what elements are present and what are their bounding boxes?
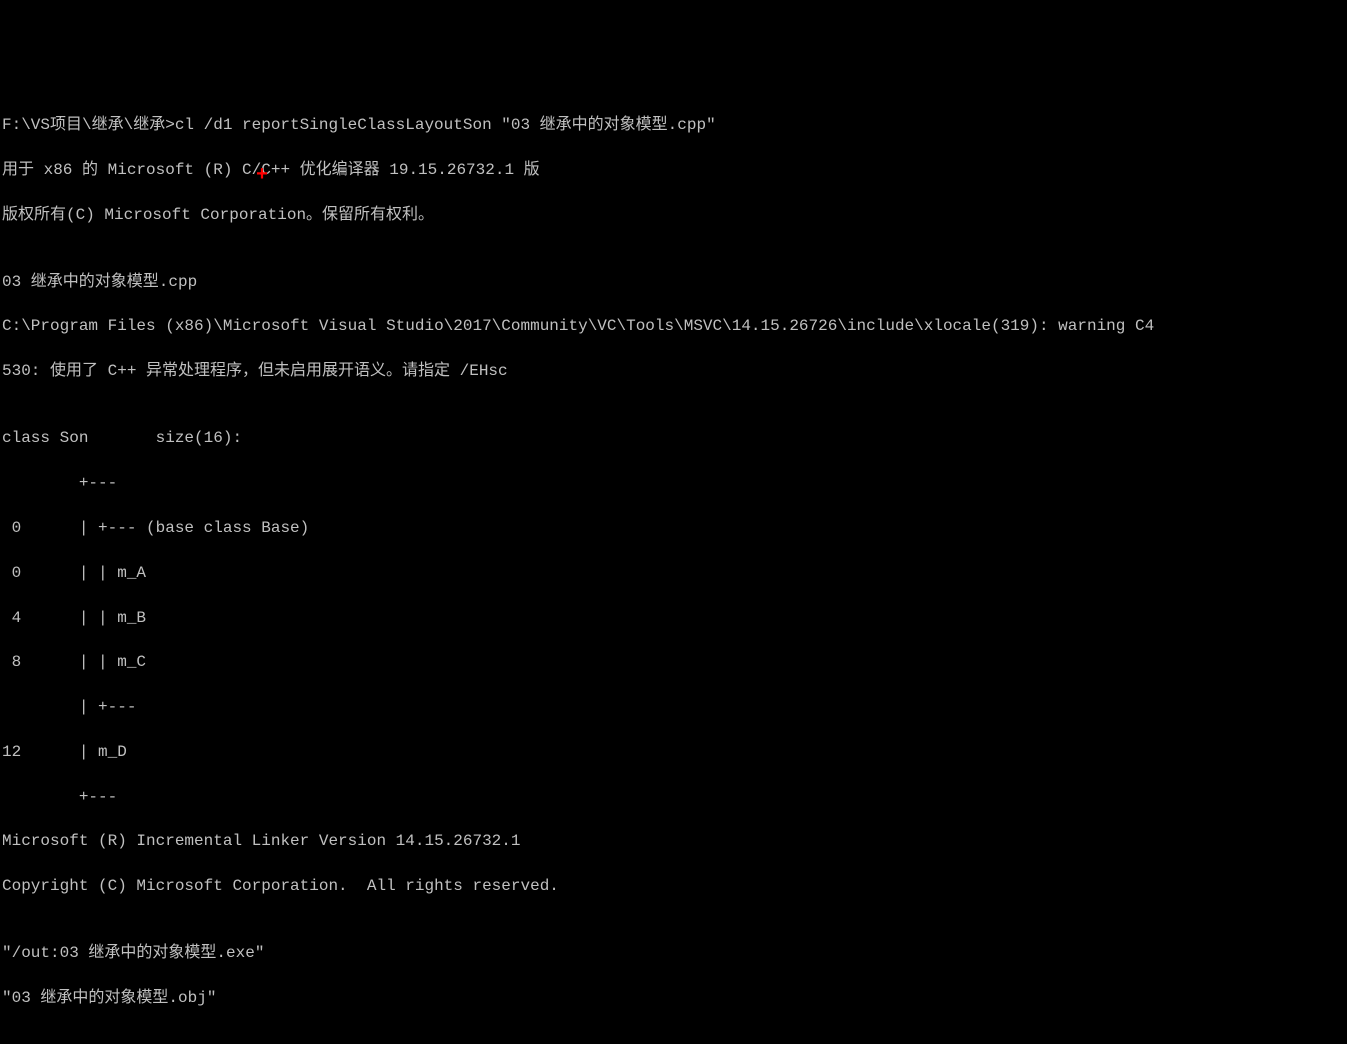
terminal-line: 用于 x86 的 Microsoft (R) C/C++ 优化编译器 19.15…: [2, 159, 1347, 181]
terminal-line: 8 | | m_C: [2, 651, 1347, 673]
terminal-line: 0 | +--- (base class Base): [2, 517, 1347, 539]
terminal-line: 03 继承中的对象模型.cpp: [2, 271, 1347, 293]
terminal-line: 530: 使用了 C++ 异常处理程序，但未启用展开语义。请指定 /EHsc: [2, 360, 1347, 382]
terminal-line: +---: [2, 786, 1347, 808]
terminal-line: | +---: [2, 696, 1347, 718]
terminal-line: 版权所有(C) Microsoft Corporation。保留所有权利。: [2, 204, 1347, 226]
terminal-line: Microsoft (R) Incremental Linker Version…: [2, 830, 1347, 852]
terminal-line: +---: [2, 472, 1347, 494]
terminal-output: F:\VS项目\继承\继承>cl /d1 reportSingleClassLa…: [2, 92, 1347, 1032]
terminal-line: F:\VS项目\继承\继承>cl /d1 reportSingleClassLa…: [2, 114, 1347, 136]
terminal-line: 4 | | m_B: [2, 607, 1347, 629]
terminal-line: "03 继承中的对象模型.obj": [2, 987, 1347, 1009]
terminal-line: "/out:03 继承中的对象模型.exe": [2, 942, 1347, 964]
terminal-line: 0 | | m_A: [2, 562, 1347, 584]
terminal-line: Copyright (C) Microsoft Corporation. All…: [2, 875, 1347, 897]
terminal-line: C:\Program Files (x86)\Microsoft Visual …: [2, 315, 1347, 337]
terminal-line: class Son size(16):: [2, 427, 1347, 449]
cursor-icon: +: [256, 166, 268, 186]
terminal-line: 12 | m_D: [2, 741, 1347, 763]
